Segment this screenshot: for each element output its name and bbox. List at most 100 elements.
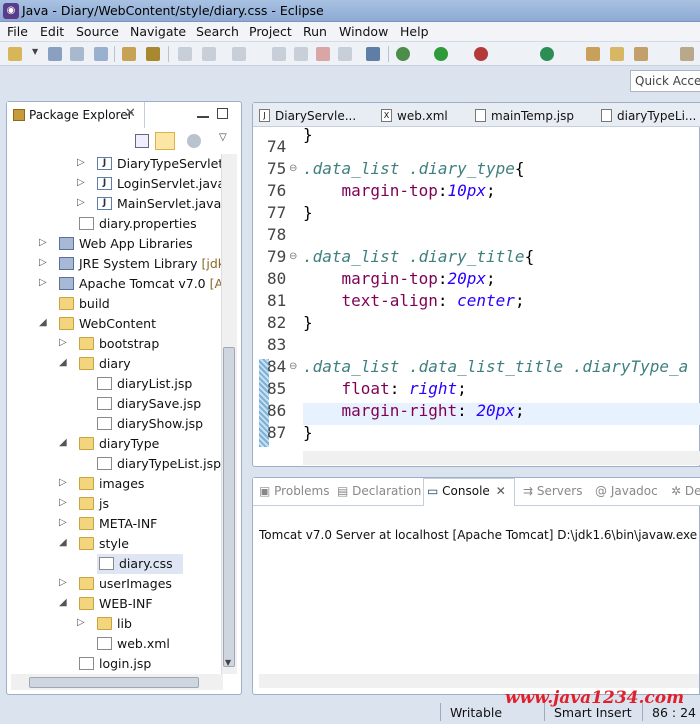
- minimize-icon[interactable]: [197, 116, 209, 118]
- tree-item[interactable]: ▷ lib: [7, 614, 229, 634]
- collapsed-arrow-icon[interactable]: ▷: [77, 197, 85, 208]
- tab-problems[interactable]: ▣ Problems: [259, 484, 329, 498]
- tree-item[interactable]: ▷ J MainServlet.java: [7, 194, 229, 214]
- tree-item[interactable]: ◢ style: [7, 534, 229, 554]
- menu-run[interactable]: Run: [303, 24, 327, 39]
- collapsed-arrow-icon[interactable]: ▷: [39, 257, 47, 268]
- tree-item[interactable]: build: [7, 294, 229, 314]
- menu-search[interactable]: Search: [196, 24, 239, 39]
- print-icon[interactable]: [94, 47, 108, 61]
- debug-icon[interactable]: [396, 47, 410, 61]
- link-with-editor-icon[interactable]: [155, 132, 175, 150]
- collapsed-arrow-icon[interactable]: ▷: [59, 477, 67, 488]
- tree-item[interactable]: ▷ userImages: [7, 574, 229, 594]
- tree-item[interactable]: diarySave.jsp: [7, 394, 229, 414]
- collapsed-arrow-icon[interactable]: ▷: [59, 337, 67, 348]
- tab-console[interactable]: ▭ Console ✕: [427, 484, 506, 498]
- tree-item[interactable]: ▷ images: [7, 474, 229, 494]
- quick-access-input[interactable]: Quick Access: [630, 70, 700, 92]
- pin-icon[interactable]: [680, 47, 694, 61]
- open-type-icon[interactable]: [586, 47, 600, 61]
- tree-item[interactable]: ▷ Web App Libraries: [7, 234, 229, 254]
- collapsed-arrow-icon[interactable]: ▷: [59, 517, 67, 528]
- save-icon[interactable]: [48, 47, 62, 61]
- fold-icon[interactable]: ⊖: [289, 361, 297, 372]
- run-icon[interactable]: [434, 47, 448, 61]
- menu-project[interactable]: Project: [249, 24, 292, 39]
- tree-item[interactable]: diaryShow.jsp: [7, 414, 229, 434]
- save-all-icon[interactable]: [70, 47, 84, 61]
- tree-item[interactable]: ▷ J DiaryTypeServlet.java: [7, 154, 229, 174]
- collapsed-arrow-icon[interactable]: ▷: [39, 237, 47, 248]
- run-external-icon[interactable]: [474, 47, 488, 61]
- pencil-icon[interactable]: [634, 47, 648, 61]
- undo-icon[interactable]: [178, 47, 192, 61]
- tree-item[interactable]: ▷ bootstrap: [7, 334, 229, 354]
- open-folder-icon[interactable]: [610, 47, 624, 61]
- task-icon[interactable]: [122, 47, 136, 61]
- menu-edit[interactable]: Edit: [40, 24, 64, 39]
- tree-item[interactable]: login.jsp: [7, 654, 229, 674]
- menu-navigate[interactable]: Navigate: [130, 24, 186, 39]
- tree-item[interactable]: ◢ WebContent: [7, 314, 229, 334]
- tab-debug[interactable]: ✲ Deb: [671, 484, 700, 498]
- tree-item[interactable]: diaryTypeList.jsp: [7, 454, 229, 474]
- close-icon[interactable]: ✕: [125, 106, 136, 121]
- code-area[interactable]: 74 75 ⊖ .data_list .diary_type{76 margin-to…: [253, 103, 700, 451]
- tree-item[interactable]: ◢ diary: [7, 354, 229, 374]
- expanded-arrow-icon[interactable]: ◢: [59, 597, 67, 608]
- tree-item[interactable]: diary.properties: [7, 214, 229, 234]
- tab-servers[interactable]: ⇉ Servers: [523, 484, 582, 498]
- menu-source[interactable]: Source: [76, 24, 119, 39]
- fold-icon[interactable]: ⊖: [289, 251, 297, 262]
- tree-item[interactable]: ▷ js: [7, 494, 229, 514]
- new-server-icon[interactable]: [540, 47, 554, 61]
- tree-item[interactable]: ▷ J LoginServlet.java: [7, 174, 229, 194]
- tree-hscroll-thumb[interactable]: [29, 677, 199, 688]
- collapsed-arrow-icon[interactable]: ▷: [77, 157, 85, 168]
- tab-javadoc[interactable]: @ Javadoc: [595, 484, 658, 498]
- menu-file[interactable]: File: [7, 24, 28, 39]
- expanded-arrow-icon[interactable]: ◢: [59, 537, 67, 548]
- tree-item[interactable]: web.xml: [7, 634, 229, 654]
- editor-horizontal-scrollbar[interactable]: [303, 451, 700, 465]
- maximize-icon[interactable]: [217, 108, 228, 119]
- step-icon[interactable]: [272, 47, 286, 61]
- expanded-arrow-icon[interactable]: ◢: [39, 317, 47, 328]
- menu-help[interactable]: Help: [400, 24, 429, 39]
- collapsed-arrow-icon[interactable]: ▷: [77, 617, 85, 628]
- tree-item[interactable]: ▷ META-INF: [7, 514, 229, 534]
- back-icon[interactable]: [232, 47, 246, 61]
- skip-breakpoints-icon[interactable]: [366, 47, 380, 61]
- collapsed-arrow-icon[interactable]: ▷: [59, 497, 67, 508]
- collapsed-arrow-icon[interactable]: ▷: [59, 577, 67, 588]
- fold-icon[interactable]: ⊖: [289, 163, 297, 174]
- collapsed-arrow-icon[interactable]: ▷: [39, 277, 47, 288]
- tree-scroll-thumb[interactable]: [223, 347, 235, 667]
- redo-icon[interactable]: [202, 47, 216, 61]
- new-dropdown-icon[interactable]: ▼: [32, 47, 40, 61]
- expanded-arrow-icon[interactable]: ◢: [59, 437, 67, 448]
- search-icon[interactable]: [146, 47, 160, 61]
- console-horizontal-scrollbar[interactable]: [259, 674, 699, 688]
- tab-declaration[interactable]: ▤ Declaration: [337, 484, 421, 498]
- tree-item[interactable]: diaryList.jsp: [7, 374, 229, 394]
- tree-item[interactable]: ▷ JRE System Library [jdk1: [7, 254, 229, 274]
- tree-item[interactable]: ▷ Apache Tomcat v7.0 [Apa: [7, 274, 229, 294]
- package-explorer-tab[interactable]: Package Explorer ✕: [7, 102, 145, 128]
- scroll-down-icon[interactable]: ▼: [225, 658, 231, 667]
- menu-window[interactable]: Window: [339, 24, 388, 39]
- new-icon[interactable]: [8, 47, 22, 61]
- tree-item[interactable]: ◢ diaryType: [7, 434, 229, 454]
- suspend-icon[interactable]: [294, 47, 308, 61]
- collapse-all-icon[interactable]: [135, 134, 149, 148]
- view-menu-icon[interactable]: [187, 134, 201, 148]
- tree-item[interactable]: diary.css: [97, 554, 183, 574]
- chevron-down-icon[interactable]: ▽: [219, 132, 227, 143]
- terminate-icon[interactable]: [316, 47, 330, 61]
- collapsed-arrow-icon[interactable]: ▷: [77, 177, 85, 188]
- disconnect-icon[interactable]: [338, 47, 352, 61]
- tree-item[interactable]: ◢ WEB-INF: [7, 594, 229, 614]
- expanded-arrow-icon[interactable]: ◢: [59, 357, 67, 368]
- close-icon[interactable]: ✕: [496, 484, 506, 498]
